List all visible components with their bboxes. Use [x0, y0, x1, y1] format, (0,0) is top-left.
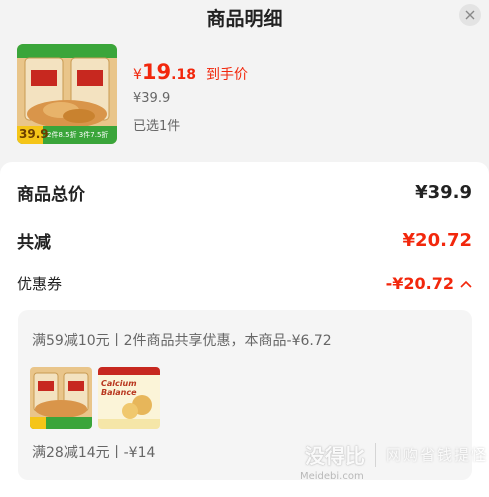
coupon-rule-2: 满28减14元丨-¥14: [32, 445, 156, 461]
coupon-value: -¥20.72: [385, 274, 454, 293]
coupon-thumbnails: Calcium Balance: [30, 367, 160, 429]
total-row: 商品总价 ¥39.9: [17, 180, 472, 205]
thumb-biscuits-illustration: [98, 367, 160, 429]
watermark-slogan: 网购省钱提怪: [386, 446, 489, 464]
total-label: 商品总价: [17, 185, 85, 205]
discount-row: 共减 ¥20.72: [17, 228, 472, 253]
currency-symbol: ¥: [133, 67, 142, 83]
watermark-brand: 没得比: [305, 444, 365, 468]
watermark-divider: [375, 442, 376, 467]
discount-label: 共减: [17, 233, 51, 253]
coupon-label: 优惠券: [17, 275, 63, 293]
image-badge-deals: 2件8.5折 3件7.5折: [47, 131, 109, 139]
thumb-biscuits-text: Calcium Balance: [101, 379, 137, 397]
final-price: ¥ 19 .18 到手价: [133, 60, 248, 84]
image-badge-price: 39.9: [19, 127, 49, 141]
close-button[interactable]: [459, 4, 481, 26]
discount-value: ¥20.72: [402, 230, 472, 251]
thumb-jars-illustration: [30, 367, 92, 429]
thumb-product-jars[interactable]: [30, 367, 92, 429]
watermark: 没得比 网购省钱提怪: [305, 440, 488, 469]
watermark-url: Meidebi.com: [300, 471, 364, 482]
coupon-row[interactable]: 优惠券 -¥20.72: [17, 273, 472, 294]
selected-count: 已选1件: [133, 119, 181, 134]
chevron-up-icon: [460, 280, 472, 288]
thumb-product-biscuits[interactable]: Calcium Balance: [98, 367, 160, 429]
price-integer: 19: [141, 60, 172, 84]
header: 商品明细: [0, 0, 489, 36]
price-decimal: .18: [171, 67, 196, 83]
original-price: ¥39.9: [133, 91, 171, 106]
coupon-rule-1: 满59减10元丨2件商品共享优惠，本商品-¥6.72: [32, 333, 332, 349]
coupon-value-wrap: -¥20.72: [386, 274, 472, 293]
product-image[interactable]: 39.9 2件8.5折 3件7.5折: [17, 44, 117, 144]
final-price-label: 到手价: [205, 67, 248, 83]
total-value: ¥39.9: [415, 182, 472, 203]
page-title: 商品明细: [206, 8, 283, 30]
close-icon: [465, 10, 475, 20]
